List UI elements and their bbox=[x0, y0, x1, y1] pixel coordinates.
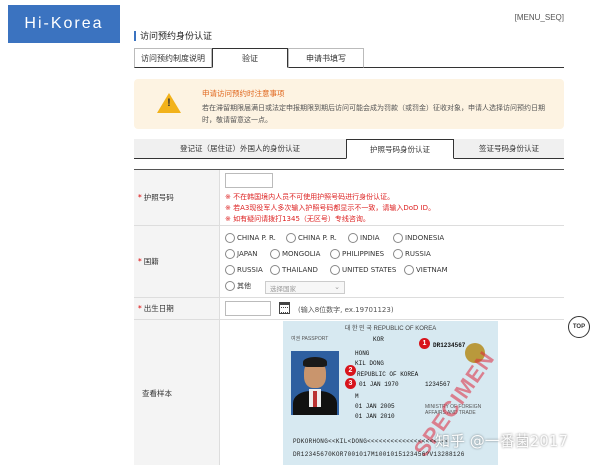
radio-circle-icon bbox=[225, 281, 235, 291]
passport-number-value: DR1234567 bbox=[433, 342, 466, 349]
passport-nationality: REPUBLIC OF KOREA bbox=[357, 371, 419, 378]
nationality-option[interactable]: JAPAN bbox=[225, 249, 258, 259]
nationality-option[interactable]: PHILIPPINES bbox=[330, 249, 384, 259]
scroll-top-button[interactable]: TOP bbox=[568, 316, 590, 338]
passport-mrz-line-1: PDKORHONG<<KIL<DONG<<<<<<<<<<<<<<<<<<<<< bbox=[293, 438, 450, 445]
passport-mrz-line-2: DR12345670KOR7001017M1001015123456?V1328… bbox=[293, 451, 465, 458]
radio-circle-icon bbox=[225, 249, 235, 259]
marker-3: 3 bbox=[345, 378, 356, 389]
radio-circle-icon bbox=[393, 249, 403, 259]
radio-circle-icon bbox=[348, 233, 358, 243]
tab-application-form[interactable]: 申请书填写 bbox=[288, 48, 364, 68]
nationality-option[interactable]: THAILAND bbox=[270, 265, 318, 275]
radio-circle-icon bbox=[270, 249, 280, 259]
nationality-label: * 国籍 bbox=[134, 226, 220, 297]
menu-seq-text: [MENU_SEQ] bbox=[514, 13, 564, 22]
radio-circle-icon bbox=[225, 265, 235, 275]
tab-passport-number[interactable]: 护照号码身份认证 bbox=[346, 139, 454, 159]
passport-header: 대 한 민 국 REPUBLIC OF KOREA bbox=[344, 326, 437, 332]
passport-country: KOR bbox=[373, 336, 384, 343]
tab-visa-number[interactable]: 签证号码身份认证 bbox=[454, 139, 564, 159]
nationality-option[interactable]: RUSSIA bbox=[393, 249, 431, 259]
nationality-option[interactable]: MONGOLIA bbox=[270, 249, 320, 259]
nationality-row: * 国籍 CHINA P. R. CHINA P. R. INDIA INDONE… bbox=[134, 226, 564, 298]
passport-photo bbox=[291, 351, 339, 415]
passport-error-3: ※ 如有疑问请拨打1345（无区号）专线咨询。 bbox=[225, 215, 370, 223]
nationality-option[interactable]: VIETNAM bbox=[404, 265, 448, 275]
birth-date-input[interactable] bbox=[225, 301, 271, 316]
zhihu-watermark: 知乎 @一番菌2017 bbox=[435, 432, 568, 450]
radio-circle-icon bbox=[286, 233, 296, 243]
notice-title: 申请访问预约时注意事项 bbox=[202, 89, 285, 98]
page-title-text: 访问预约身份认证 bbox=[140, 32, 213, 42]
nationality-other-option[interactable]: 其他 bbox=[225, 281, 251, 291]
passport-given-name: KIL DONG bbox=[355, 360, 384, 367]
radio-circle-icon bbox=[404, 265, 414, 275]
calendar-icon[interactable] bbox=[279, 302, 290, 314]
page-title: 访问预约身份认证 bbox=[134, 29, 212, 42]
radio-circle-icon bbox=[225, 233, 235, 243]
title-accent-bar bbox=[134, 30, 136, 41]
tab-alien-registration[interactable]: 登记证（居住证）外国人的身份认证 bbox=[134, 139, 346, 159]
passport-number-input[interactable] bbox=[225, 173, 273, 188]
radio-circle-icon bbox=[393, 233, 403, 243]
passport-number-label: * 护照号码 bbox=[134, 170, 220, 225]
nationality-option[interactable]: CHINA P. R. bbox=[286, 233, 337, 243]
notice-text: 若在滞留期限届满日或法定申报期限到期后访问可能会成为罚款（或罚金）征收对象，申请… bbox=[202, 104, 545, 124]
top-tabs: 访问预约制度说明 验证 申请书填写 bbox=[134, 48, 364, 68]
radio-circle-icon bbox=[330, 265, 340, 275]
radio-circle-icon bbox=[270, 265, 280, 275]
marker-2: 2 bbox=[345, 365, 356, 376]
passport-personal-no: 1234567 bbox=[425, 381, 451, 388]
nationality-option[interactable]: INDIA bbox=[348, 233, 380, 243]
passport-type-label: 여권 PASSPORT bbox=[291, 336, 329, 342]
chevron-down-icon: ⌄ bbox=[334, 283, 340, 291]
birth-date-label: * 出生日期 bbox=[134, 298, 220, 319]
passport-birth: 01 JAN 1970 bbox=[359, 381, 399, 388]
hikorea-logo[interactable]: Hi-Korea bbox=[8, 5, 120, 43]
passport-error-1: ※ 不在韩国境内人员不可使用护照号码进行身份认证。 bbox=[225, 193, 395, 201]
marker-1: 1 bbox=[419, 338, 430, 349]
passport-issue: 01 JAN 2005 bbox=[355, 403, 395, 410]
notice-box: ! 申请访问预约时注意事项 若在滞留期限届满日或法定申报期限到期后访问可能会成为… bbox=[134, 79, 564, 129]
nationality-option[interactable]: CHINA P. R. bbox=[225, 233, 276, 243]
sample-label: 查看样本 bbox=[134, 320, 220, 465]
tab-verification[interactable]: 验证 bbox=[212, 48, 288, 68]
passport-surname: HONG bbox=[355, 350, 370, 357]
exclamation-icon: ! bbox=[167, 97, 171, 109]
passport-error-2: ※ 若A3现役军人多次输入护照号码都显示不一致，请输入DoD ID。 bbox=[225, 204, 436, 212]
nationality-option[interactable]: RUSSIA bbox=[225, 265, 263, 275]
birth-date-hint: (输入8位数字, ex.19701123) bbox=[298, 306, 394, 314]
radio-circle-icon bbox=[330, 249, 340, 259]
birth-date-row: * 出生日期 (输入8位数字, ex.19701123) bbox=[134, 298, 564, 320]
nationality-option[interactable]: INDONESIA bbox=[393, 233, 444, 243]
nationality-option[interactable]: UNITED STATES bbox=[330, 265, 396, 275]
passport-number-row: * 护照号码 ※ 不在韩国境内人员不可使用护照号码进行身份认证。 ※ 若A3现役军… bbox=[134, 170, 564, 226]
passport-expiry: 01 JAN 2010 bbox=[355, 413, 395, 420]
id-method-tabs: 登记证（居住证）外国人的身份认证 护照号码身份认证 签证号码身份认证 bbox=[134, 139, 564, 159]
other-country-select[interactable]: 选择国家 ⌄ bbox=[265, 281, 345, 294]
tab-reservation-info[interactable]: 访问预约制度说明 bbox=[134, 48, 212, 68]
passport-sex: M bbox=[355, 393, 359, 400]
